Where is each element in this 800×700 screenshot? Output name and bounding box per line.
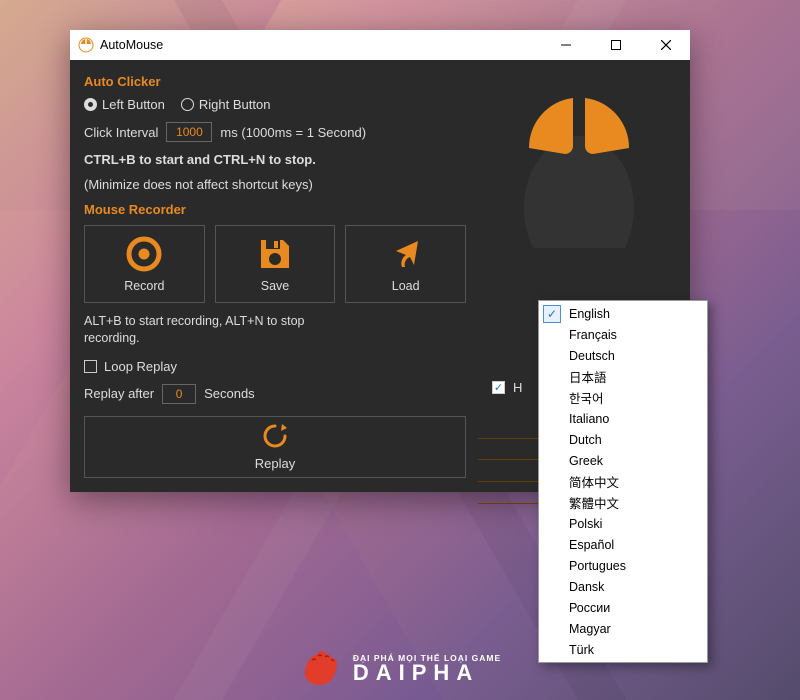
close-button[interactable]	[644, 30, 688, 60]
load-button[interactable]: Load	[345, 225, 466, 303]
mouse-logo-icon	[509, 78, 649, 251]
language-label: Portugues	[569, 559, 626, 573]
click-interval-suffix: ms (1000ms = 1 Second)	[220, 125, 366, 140]
maximize-button[interactable]	[594, 30, 638, 60]
minimize-button[interactable]	[544, 30, 588, 60]
replay-after-input[interactable]	[162, 384, 196, 404]
record-icon	[125, 235, 163, 273]
click-interval-input[interactable]	[166, 122, 212, 142]
check-icon	[543, 326, 561, 344]
auto-clicker-hotkeys: CTRL+B to start and CTRL+N to stop.	[84, 152, 466, 167]
check-icon	[543, 389, 561, 407]
seconds-label: Seconds	[204, 386, 255, 401]
language-label: Español	[569, 538, 614, 552]
replay-button[interactable]: Replay	[84, 416, 466, 478]
language-option[interactable]: Deutsch	[539, 345, 707, 366]
radio-right-button[interactable]: Right Button	[181, 97, 271, 112]
brand-title: DAIPHA	[353, 663, 501, 684]
radio-right-label: Right Button	[199, 97, 271, 112]
language-option[interactable]: Polski	[539, 513, 707, 534]
language-label: Greek	[569, 454, 603, 468]
check-icon	[543, 641, 561, 659]
titlebar: AutoMouse	[70, 30, 690, 60]
auto-clicker-note: (Minimize does not affect shortcut keys)	[84, 177, 466, 192]
load-icon	[386, 235, 426, 273]
language-dropdown-menu[interactable]: English Français Deutsch 日本語 한국어 Italiano Dutc…	[538, 300, 708, 663]
brand-logo: ĐẠI PHÁ MỌI THỂ LOẠI GAME DAIPHA	[299, 646, 501, 690]
check-icon	[543, 305, 561, 323]
check-icon	[543, 515, 561, 533]
loop-replay-checkbox[interactable]: Loop Replay	[84, 359, 466, 374]
check-icon	[543, 536, 561, 554]
language-option[interactable]: Dutch	[539, 429, 707, 450]
radio-left-button[interactable]: Left Button	[84, 97, 165, 112]
language-label: 繁體中文	[569, 493, 619, 512]
checkbox-icon	[84, 360, 97, 373]
language-option[interactable]: Italiano	[539, 408, 707, 429]
save-icon	[258, 235, 292, 273]
checkbox-icon	[492, 381, 505, 394]
check-icon	[543, 620, 561, 638]
replay-after-label: Replay after	[84, 386, 154, 401]
check-icon	[543, 347, 561, 365]
save-label: Save	[261, 279, 290, 293]
check-icon	[543, 473, 561, 491]
language-option[interactable]: России	[539, 597, 707, 618]
language-option[interactable]: Dansk	[539, 576, 707, 597]
language-option[interactable]: Español	[539, 534, 707, 555]
language-label: English	[569, 307, 610, 321]
load-label: Load	[392, 279, 420, 293]
replay-label: Replay	[255, 456, 295, 471]
language-option[interactable]: 日本語	[539, 366, 707, 387]
hide-checkbox-row[interactable]: H	[492, 380, 522, 395]
record-button[interactable]: Record	[84, 225, 205, 303]
language-option[interactable]: English	[539, 303, 707, 324]
record-label: Record	[124, 279, 164, 293]
language-label: Dutch	[569, 433, 602, 447]
save-button[interactable]: Save	[215, 225, 336, 303]
language-label: Français	[569, 328, 617, 342]
auto-clicker-header: Auto Clicker	[84, 74, 466, 89]
check-icon	[543, 452, 561, 470]
language-option[interactable]: 繁體中文	[539, 492, 707, 513]
language-label: 한국어	[569, 388, 604, 407]
check-icon	[543, 410, 561, 428]
radio-left-label: Left Button	[102, 97, 165, 112]
language-option[interactable]: 한국어	[539, 387, 707, 408]
language-label: Magyar	[569, 622, 611, 636]
check-icon	[543, 557, 561, 575]
language-label: Italiano	[569, 412, 609, 426]
replay-icon	[262, 423, 288, 452]
language-option[interactable]: Türk	[539, 639, 707, 660]
language-option[interactable]: Français	[539, 324, 707, 345]
click-interval-label: Click Interval	[84, 125, 158, 140]
language-label: 日本語	[569, 367, 607, 386]
language-option[interactable]: Greek	[539, 450, 707, 471]
loop-replay-label: Loop Replay	[104, 359, 177, 374]
window-title: AutoMouse	[100, 38, 163, 52]
language-label: Türk	[569, 643, 594, 657]
language-option[interactable]: Portugues	[539, 555, 707, 576]
check-icon	[543, 431, 561, 449]
recorder-hotkeys: ALT+B to start recording, ALT+N to stop …	[84, 313, 344, 347]
language-label: России	[569, 601, 610, 615]
language-option[interactable]: Magyar	[539, 618, 707, 639]
app-icon	[78, 37, 94, 53]
left-panel: Auto Clicker Left Button Right Button Cl…	[70, 60, 478, 492]
language-label: Polski	[569, 517, 602, 531]
check-icon	[543, 494, 561, 512]
check-icon	[543, 578, 561, 596]
language-label: 简体中文	[569, 472, 619, 491]
fist-icon	[299, 646, 343, 690]
hide-label: H	[513, 380, 522, 395]
language-label: Dansk	[569, 580, 604, 594]
language-label: Deutsch	[569, 349, 615, 363]
mouse-button-radio-group: Left Button Right Button	[84, 97, 466, 112]
check-icon	[543, 599, 561, 617]
language-option[interactable]: 简体中文	[539, 471, 707, 492]
check-icon	[543, 368, 561, 386]
mouse-recorder-header: Mouse Recorder	[84, 202, 466, 217]
